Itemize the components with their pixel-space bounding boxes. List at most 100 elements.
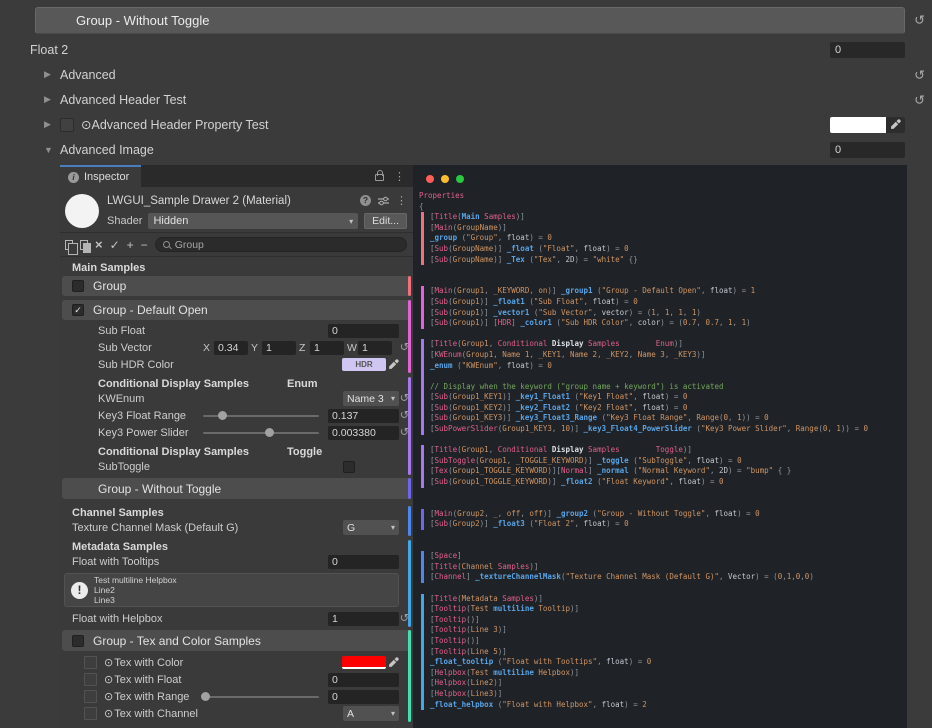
group-row-group[interactable]: Group [62,276,411,296]
dropdown-value: A [347,708,354,720]
code-token: Conditional [498,339,552,348]
checkmark-icon[interactable]: ✓ [110,239,120,251]
code-token: float [696,456,719,465]
code-token: Group1_KEY3 [502,424,552,433]
code-token: Test [471,668,494,677]
code-token: 0 [764,413,769,422]
foldout-open-icon[interactable]: ▼ [44,145,56,155]
code-token: float [606,657,629,666]
value-field-float-with-helpbox[interactable]: 1 [328,612,399,626]
kebab-menu-icon[interactable]: ⋮ [396,194,407,207]
search-input[interactable]: Group [155,237,407,252]
lock-icon[interactable] [375,174,384,181]
group-row-group-tex-and-color-samples[interactable]: Group - Tex and Color Samples [62,630,411,651]
minimize-dot-icon[interactable] [441,175,449,183]
slider-handle[interactable] [218,411,227,420]
help-icon[interactable] [360,195,371,206]
info-icon [68,172,79,183]
preset-icon[interactable] [378,196,389,206]
slider-handle[interactable] [201,692,210,701]
value-field-float-with-tooltips[interactable]: 0 [328,555,399,569]
tab-inspector[interactable]: Inspector [60,165,141,187]
copy-icon[interactable] [65,240,73,250]
reset-icon[interactable]: ↺ [914,68,925,81]
advanced-image-field[interactable]: 0 [830,142,905,158]
code-line: _float_tooltip ("Float with Tooltips", f… [430,657,907,668]
texture-slot[interactable] [84,707,97,720]
kebab-menu-icon[interactable]: ⋮ [394,170,405,183]
eyedropper-icon[interactable] [386,359,399,370]
slider-tex-with-range[interactable] [203,696,319,698]
code-token: float [642,392,665,401]
value-field-tex-with-range[interactable]: 0 [328,690,399,704]
texture-slot[interactable] [84,673,97,686]
code-token: , [728,413,737,422]
reset-icon[interactable]: ↺ [914,14,925,27]
axis-field-w[interactable]: 1 [358,341,392,355]
foldout-closed-icon[interactable]: ▶ [44,94,56,105]
reset-icon[interactable]: ↺ [400,410,409,421]
texture-slot[interactable] [84,690,97,703]
group-row-group-default-open[interactable]: ✓Group - Default Open [62,300,411,320]
axis-field-x[interactable]: 0.34 [214,341,248,355]
texture-slot[interactable] [84,656,97,669]
color-swatch-sub-hdr-color[interactable]: HDR [342,358,386,371]
foldout-closed-icon[interactable]: ▶ [44,119,56,130]
remove-icon[interactable]: − [141,239,148,251]
checkbox-group-tex-and-color-samples[interactable] [72,635,84,647]
close-dot-icon[interactable] [426,175,434,183]
slider-handle[interactable] [265,428,274,437]
helpbox-line: Line3 [94,595,177,605]
slider-key3-power-slider[interactable] [203,432,319,434]
group-row-group-without-toggle[interactable]: Group - Without Toggle [62,478,411,499]
foldout-closed-icon[interactable]: ▶ [44,69,56,80]
code-token: Normal [561,466,588,475]
value-field-key3-power-slider[interactable]: 0.003380 [328,426,399,440]
value-field-tex-with-float[interactable]: 0 [328,673,399,687]
slider-key3-float-range[interactable] [203,415,319,417]
checkbox-subtoggle[interactable] [343,461,355,473]
code-token: , [656,308,665,317]
group-without-toggle-header[interactable]: Group - Without Toggle [35,7,905,34]
advanced-header-test-label[interactable]: Advanced Header Test [60,93,186,107]
edit-button[interactable]: Edit... [364,213,407,229]
reset-icon[interactable]: ↺ [914,93,925,106]
code-token: _key2_Float2 [516,403,570,412]
color-swatch-tex-with-color[interactable] [342,656,386,669]
advanced-image-label[interactable]: Advanced Image [60,143,154,157]
code-token: Group1 [453,308,480,317]
code-token: _KEY2 [606,350,629,359]
property-label: KWEnum [98,393,343,405]
advanced-label[interactable]: Advanced [60,68,116,82]
value-field-sub-float[interactable]: 0 [328,324,399,338]
checkbox-group[interactable] [72,280,84,292]
add-icon[interactable]: + [127,239,134,251]
color-swatch[interactable] [830,117,886,133]
code-token: )] [547,286,561,295]
reset-icon[interactable]: ↺ [400,342,409,353]
dropdown-texture-channel-mask-default-g[interactable]: G▾ [343,520,399,535]
axis-field-y[interactable]: 1 [262,341,296,355]
material-preview-sphere[interactable] [65,194,99,228]
eyedropper-icon[interactable] [886,117,905,133]
code-line: [KWEnum(Group1, Name 1, _KEY1, Name 2, _… [430,350,907,361]
dropdown-kwenum[interactable]: Name 3▾ [343,391,399,406]
eyedropper-icon[interactable] [386,657,399,668]
maximize-dot-icon[interactable] [456,175,464,183]
axis-field-z[interactable]: 1 [310,341,344,355]
reset-icon[interactable]: ↺ [400,393,409,404]
code-token: ( [493,700,502,709]
reset-icon[interactable]: ↺ [400,613,409,624]
color-field[interactable] [830,117,905,133]
value-field-key3-float-range[interactable]: 0.137 [328,409,399,423]
code-block: Properties{ [415,191,907,212]
group-color-bar [408,300,411,373]
checkbox[interactable] [60,118,74,132]
dropdown-tex-with-channel[interactable]: A▾ [343,706,399,721]
paste-icon[interactable] [80,240,88,250]
collapse-icon[interactable]: × [95,238,103,251]
reset-icon[interactable]: ↺ [400,427,409,438]
float2-field[interactable]: 0 [830,42,905,58]
checkbox-group-default-open[interactable]: ✓ [72,304,84,316]
shader-dropdown[interactable]: Hidden ▾ [148,213,358,229]
